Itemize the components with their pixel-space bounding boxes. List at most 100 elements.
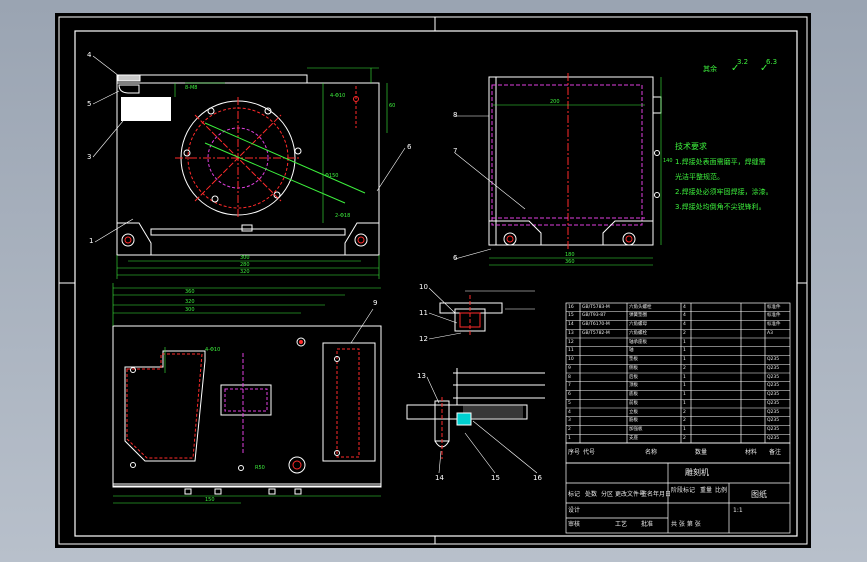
weight-label: 重量 (700, 487, 713, 494)
parts-cell: 1 (683, 427, 686, 432)
drawing-sheet: 其余 3.2 ✓ 6.3 ✓ 技术要求 1.焊接处表面需磨平，焊缝需 光洁平整规… (55, 13, 811, 548)
dim-side-2: 180 (565, 252, 575, 258)
dim-top-1: 360 (185, 289, 195, 295)
role-process: 工艺 (615, 521, 628, 528)
parts-cell: 前板 (629, 400, 638, 406)
leader-9: 9 (373, 299, 378, 307)
dim-top-6: R50 (255, 465, 265, 471)
leader-16: 16 (533, 474, 542, 482)
parts-cell: Q235 (767, 392, 780, 397)
parts-cell: Q235 (767, 409, 780, 415)
leader-3: 3 (87, 153, 92, 161)
sign-date: 年月日 (653, 491, 672, 498)
parts-cell: 13 (568, 330, 574, 336)
header-code: 代号 (583, 449, 596, 456)
dim-front-4: 60 (389, 103, 396, 109)
dim-top-3: 300 (185, 307, 195, 313)
parts-cell: 15 (568, 313, 574, 319)
leader-7: 7 (453, 147, 458, 155)
roughness-check-icon-a: ✓ (731, 63, 740, 74)
parts-cell: 2 (568, 427, 571, 432)
scale-label: 比例 (715, 487, 728, 494)
stage-label: 阶段标记 (671, 487, 696, 494)
parts-cell: GB/T5783-M (582, 304, 610, 310)
parts-cell: GB/T6170-M (582, 322, 610, 327)
parts-cell: Q235 (767, 365, 780, 371)
header-remark: 备注 (769, 449, 782, 456)
parts-cell: 标准件 (767, 322, 781, 327)
role-design: 设计 (568, 507, 581, 514)
parts-cell: 底板 (629, 392, 638, 397)
parts-cell: 3 (568, 418, 571, 424)
parts-cell: 1 (683, 383, 686, 389)
parts-cell: 1 (568, 435, 571, 441)
parts-cell: 2 (683, 409, 686, 415)
leader-6b: 6 (453, 254, 458, 262)
parts-cell: 1 (683, 357, 686, 362)
parts-cell: Q235 (767, 383, 780, 389)
dim-side-1: 360 (565, 259, 575, 265)
parts-cell: 14 (568, 322, 574, 327)
parts-cell: 4 (568, 409, 571, 415)
parts-cell: 轴 (629, 348, 634, 354)
leader-6a: 6 (407, 143, 412, 151)
sheet-info: 共 张 第 张 (671, 521, 701, 528)
parts-cell: 弹簧垫圈 (629, 313, 647, 319)
company-name: 图纸 (751, 490, 767, 499)
parts-cell: Q235 (767, 357, 780, 362)
parts-cell: 9 (568, 365, 571, 371)
parts-cell: GB/T5782-M (582, 330, 610, 336)
sign-name: 签名 (641, 491, 654, 498)
parts-cell: 4 (683, 304, 686, 310)
role-review: 审核 (568, 521, 581, 528)
parts-cell: 顶板 (629, 383, 638, 389)
tech-req-line-1: 1.焊接处表面需磨平，焊缝需 (675, 158, 766, 166)
parts-cell: 1 (683, 339, 686, 345)
leader-14: 14 (435, 474, 444, 482)
parts-cell: 7 (568, 383, 571, 389)
parts-cell: 1 (683, 400, 686, 406)
parts-cell: 2 (683, 330, 686, 336)
parts-cell: 轴承座板 (629, 339, 647, 345)
dim-top-2: 320 (185, 299, 195, 305)
tech-req-line-4: 3.焊接处均倒角不尖锐锋利。 (675, 203, 766, 211)
header-qty: 数量 (695, 449, 708, 456)
sign-count: 处数 (585, 491, 598, 498)
leader-13: 13 (417, 372, 426, 380)
parts-cell: Q235 (767, 427, 780, 432)
sign-mark: 标记 (568, 491, 581, 498)
dim-side-4: 140 (663, 158, 673, 164)
leader-11: 11 (419, 309, 428, 317)
parts-cell: 1 (683, 374, 686, 380)
parts-cell: 1 (683, 348, 686, 354)
parts-cell: 10 (568, 357, 574, 362)
parts-cell: A3 (767, 330, 773, 336)
dim-front-8: 2-Φ18 (335, 213, 351, 219)
parts-cell: GB/T93-87 (582, 313, 606, 319)
parts-cell: 支座 (629, 435, 638, 441)
leader-8: 8 (453, 111, 458, 119)
leader-1: 1 (89, 237, 94, 245)
leader-15: 15 (491, 474, 500, 482)
parts-cell: 1 (683, 392, 686, 397)
part-name: 雕刻机 (685, 468, 709, 477)
leader-12: 12 (419, 335, 428, 343)
header-index: 序号 (568, 449, 581, 456)
parts-cell: 5 (568, 400, 571, 406)
tech-req-line-2: 光洁平整规范。 (675, 173, 724, 181)
scale-value: 1:1 (733, 507, 743, 514)
parts-cell: Q235 (767, 374, 780, 380)
leader-10: 10 (419, 283, 428, 291)
parts-cell: 标准件 (767, 304, 781, 310)
parts-cell: 六角头螺栓 (629, 304, 652, 310)
tech-req-title: 技术要求 (675, 142, 707, 151)
parts-cell: 垫板 (629, 357, 638, 362)
parts-cell: Q235 (767, 418, 780, 424)
header-name: 名称 (645, 449, 658, 456)
parts-cell: 后板 (629, 374, 638, 380)
parts-cell: 六角螺母 (629, 322, 647, 327)
dim-top-4: 150 (205, 497, 215, 503)
parts-cell: 加强板 (629, 427, 643, 432)
dim-front-6: 8-M8 (185, 85, 198, 91)
dim-front-2: 320 (240, 269, 250, 275)
